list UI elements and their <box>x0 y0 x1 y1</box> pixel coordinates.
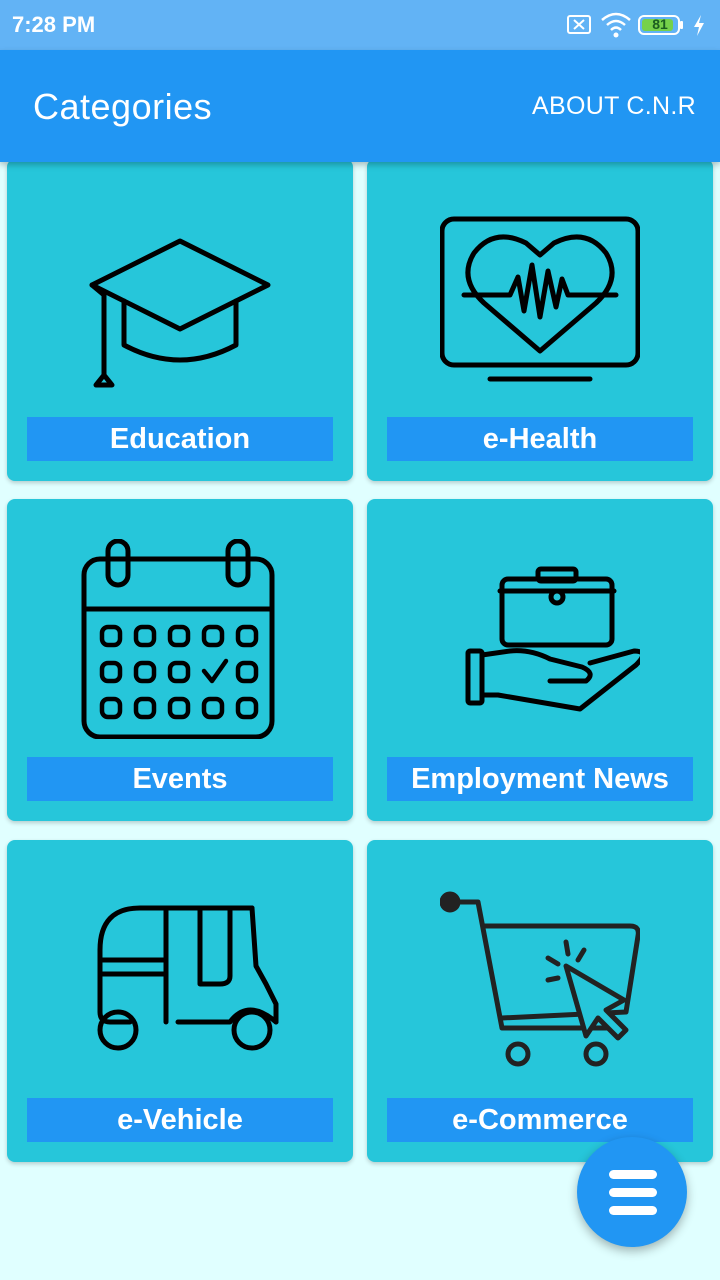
heartbeat-monitor-icon <box>440 216 640 382</box>
app-bar: Categories ABOUT C.N.R <box>0 50 720 162</box>
auto-rickshaw-icon <box>97 905 279 1051</box>
category-card-education[interactable]: Education <box>7 159 353 481</box>
category-label: Events <box>27 757 333 801</box>
category-label: Education <box>27 417 333 461</box>
category-label: e-Vehicle <box>27 1098 333 1142</box>
battery-level: 81 <box>652 16 668 32</box>
charging-icon <box>694 15 704 36</box>
category-label: e-Health <box>387 417 693 461</box>
sim-off-icon <box>567 15 591 34</box>
category-card-e-commerce[interactable]: e-Commerce <box>367 840 713 1162</box>
category-card-events[interactable]: Events <box>7 499 353 821</box>
page-title: Categories <box>33 86 213 127</box>
status-bar: 7:28 PM 81 <box>0 0 720 50</box>
wifi-icon <box>601 12 631 38</box>
briefcase-hand-icon <box>465 566 640 712</box>
graduation-cap-icon <box>89 238 271 388</box>
menu-fab-button[interactable] <box>577 1137 687 1247</box>
about-cnr-button[interactable]: ABOUT C.N.R <box>532 92 696 121</box>
category-card-employment-news[interactable]: Employment News <box>367 499 713 821</box>
category-label: Employment News <box>387 757 693 801</box>
category-card-e-health[interactable]: e-Health <box>367 159 713 481</box>
shopping-cart-icon <box>440 891 640 1067</box>
status-time: 7:28 PM <box>12 12 96 37</box>
calendar-icon <box>81 539 275 739</box>
category-card-e-vehicle[interactable]: e-Vehicle <box>7 840 353 1162</box>
category-label: e-Commerce <box>387 1098 693 1142</box>
